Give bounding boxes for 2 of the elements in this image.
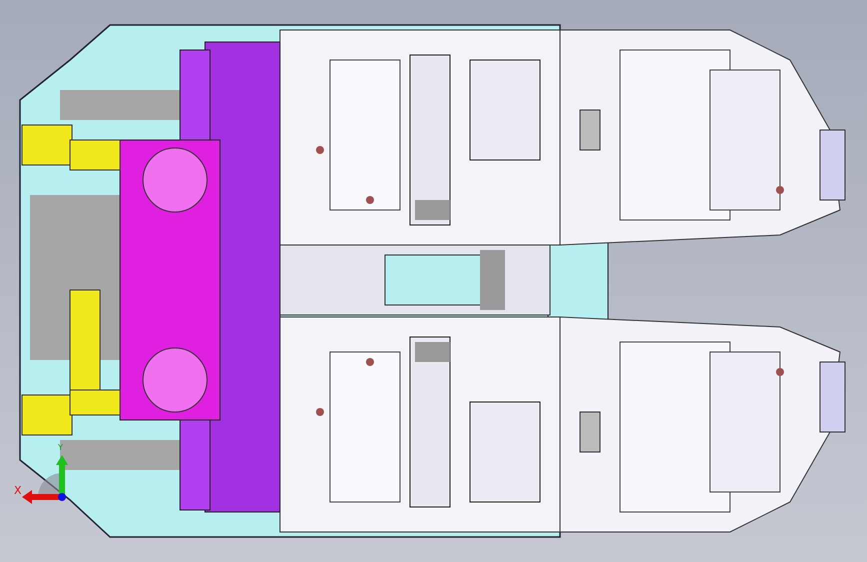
y-axis-label: Y	[58, 444, 63, 452]
x-axis-label: X	[14, 485, 22, 496]
